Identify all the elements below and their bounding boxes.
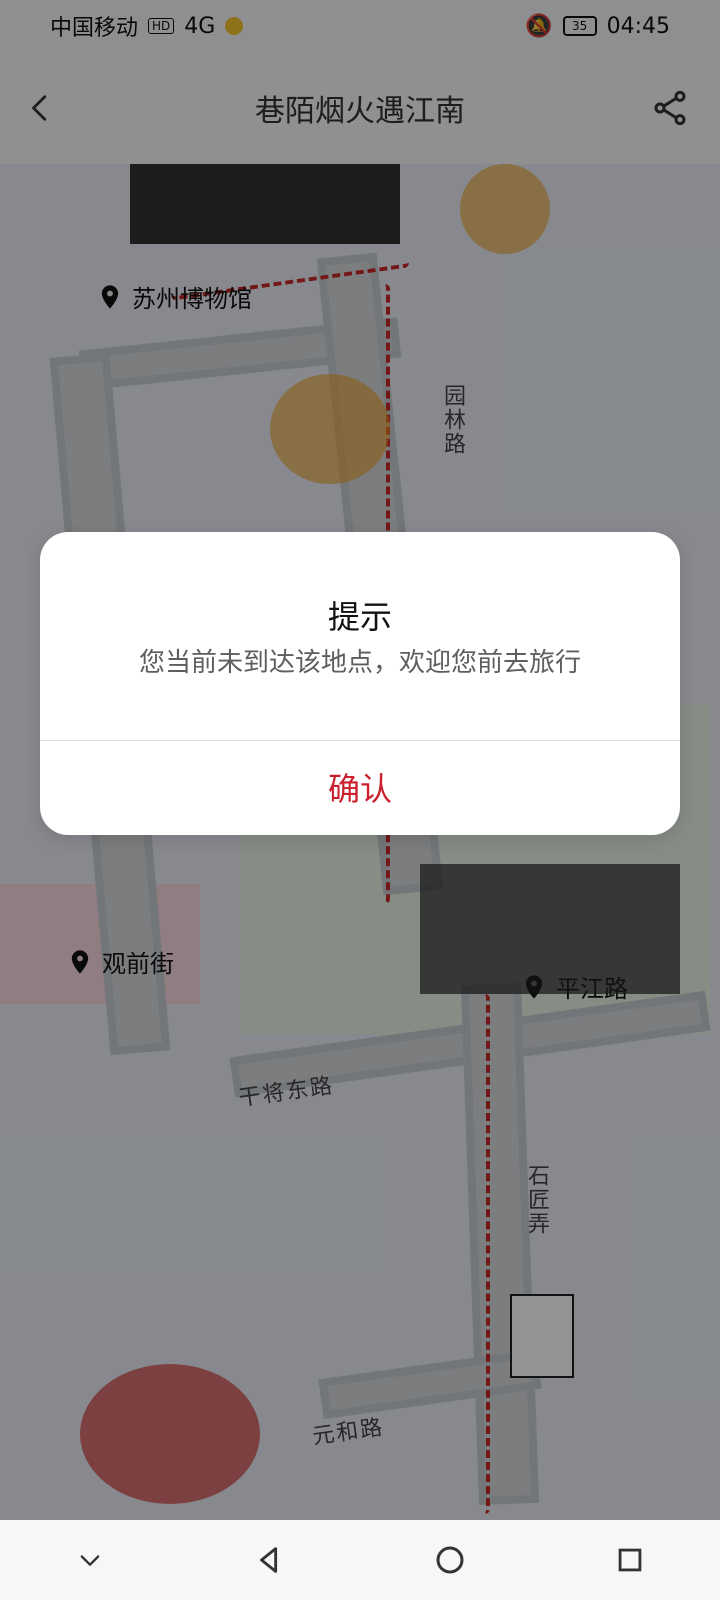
back-triangle-icon [260, 1547, 278, 1573]
nav-back-button[interactable] [242, 1532, 298, 1588]
dialog-divider [40, 740, 680, 741]
confirm-button[interactable]: 确认 [40, 764, 680, 810]
nav-recents-button[interactable] [602, 1532, 658, 1588]
recents-square-icon [618, 1548, 642, 1572]
chevron-down-icon [80, 1555, 100, 1566]
nav-collapse-button[interactable] [62, 1532, 118, 1588]
nav-home-button[interactable] [422, 1532, 478, 1588]
system-navigation-bar [0, 1520, 720, 1600]
dialog-title: 提示 [327, 598, 392, 636]
alert-dialog: 提示 您当前未到达该地点，欢迎您前去旅行 确认 [40, 532, 680, 835]
home-circle-icon [436, 1546, 464, 1574]
dialog-message: 您当前未到达该地点，欢迎您前去旅行 [138, 648, 581, 678]
